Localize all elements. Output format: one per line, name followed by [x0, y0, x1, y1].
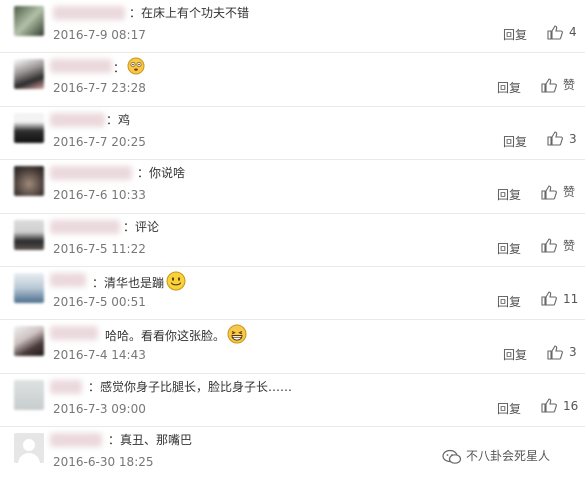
like-button[interactable]: 11: [541, 291, 578, 307]
reply-button[interactable]: 回复: [503, 134, 527, 150]
comment-text: ：清华也是蹦: [92, 271, 186, 296]
like-button[interactable]: 赞: [541, 77, 575, 93]
comment-text: 哈哈。看看你这张脸。: [105, 324, 247, 349]
reply-button[interactable]: 回复: [497, 187, 521, 203]
default-avatar-icon: [18, 439, 40, 464]
reply-button[interactable]: 回复: [497, 80, 521, 96]
like-button[interactable]: 赞: [541, 184, 575, 200]
comment-item: ： 2016-7-7 23:28 回复 赞: [0, 53, 585, 107]
avatar[interactable]: [14, 326, 44, 357]
comment-date: 2016-7-7 23:28: [53, 81, 146, 96]
thumbs-up-icon: [547, 24, 563, 40]
comment-item: ：感觉你身子比腿长，脸比身子长…… 2016-7-3 09:00 回复 16: [0, 374, 585, 428]
username-blurred[interactable]: [50, 166, 132, 181]
comment-item: ：在床上有个功夫不错 2016-7-9 08:17 回复 4: [0, 0, 585, 54]
username-blurred[interactable]: [50, 272, 86, 287]
comment-text: ：评论: [123, 219, 160, 234]
like-button[interactable]: 赞: [541, 238, 575, 254]
comment-date: 2016-7-9 08:17: [53, 28, 146, 42]
thumbs-up-icon: [547, 345, 563, 360]
avatar[interactable]: [14, 272, 44, 303]
watermark: 不八卦会死星人: [442, 447, 550, 464]
avatar[interactable]: [14, 166, 44, 197]
thumbs-up-icon: [541, 238, 557, 253]
like-button[interactable]: 16: [541, 398, 578, 414]
avatar[interactable]: [14, 433, 44, 464]
like-count: 3: [569, 131, 577, 146]
username-blurred[interactable]: [50, 433, 102, 448]
avatar[interactable]: [14, 219, 44, 250]
like-count: 赞: [563, 185, 576, 200]
reply-button[interactable]: 回复: [503, 347, 527, 363]
avatar[interactable]: [14, 112, 44, 143]
comment-text: ：: [113, 57, 145, 80]
comment-item: ：评论 2016-7-5 11:22 回复 赞: [0, 214, 585, 267]
like-button[interactable]: 4: [547, 24, 577, 40]
username-blurred[interactable]: [50, 219, 120, 234]
watermark-text: 不八卦会死星人: [466, 449, 551, 463]
comment-item: 哈哈。看看你这张脸。 2016-7-4 14:43 回复 3: [0, 320, 585, 374]
comment-text: ：感觉你身子比腿长，脸比身子长……: [88, 379, 293, 394]
reply-button[interactable]: 回复: [503, 27, 527, 43]
like-count: 11: [563, 291, 579, 306]
reply-button[interactable]: 回复: [497, 401, 521, 417]
thumbs-up-icon: [541, 185, 557, 200]
username-blurred[interactable]: [53, 6, 125, 20]
like-count: 赞: [563, 238, 576, 253]
like-count: 4: [569, 25, 577, 39]
thumbs-up-icon: [541, 291, 557, 307]
comment-item: ：鸡 2016-7-7 20:25 回复 3: [0, 107, 585, 161]
username-blurred[interactable]: [50, 59, 112, 74]
comment-date: 2016-7-4 14:43: [53, 348, 146, 363]
thumbs-up-icon: [541, 398, 557, 413]
avatar[interactable]: [14, 379, 44, 410]
username-blurred[interactable]: [50, 379, 82, 394]
comment-date: 2016-7-6 10:33: [53, 188, 146, 203]
like-count: 3: [569, 345, 577, 360]
like-button[interactable]: 3: [547, 344, 577, 360]
comment-date: 2016-7-5 00:51: [53, 294, 146, 309]
comment-date: 2016-7-3 09:00: [53, 401, 146, 416]
comment-date: 2016-6-30 18:25: [53, 455, 154, 470]
thumbs-up-icon: [541, 78, 557, 93]
avatar[interactable]: [14, 59, 44, 90]
comment-text: ：在床上有个功夫不错: [129, 6, 250, 20]
comment-item: ：你说啥 2016-7-6 10:33 回复 赞: [0, 160, 585, 214]
comment-text: ：真丑、那嘴巴: [108, 433, 193, 448]
reply-button[interactable]: 回复: [497, 294, 521, 310]
comment-date: 2016-7-7 20:25: [53, 134, 146, 149]
like-button[interactable]: 3: [547, 131, 577, 147]
comment-text: ：鸡: [106, 112, 131, 127]
username-blurred[interactable]: [50, 326, 98, 341]
smile-face-icon: [166, 271, 186, 296]
laugh-face-icon: [227, 324, 247, 349]
reply-button[interactable]: 回复: [497, 241, 521, 257]
comment-item: ：清华也是蹦 2016-7-5 00:51 回复 11: [0, 267, 585, 321]
wechat-icon: [442, 449, 462, 464]
dizzy-face-icon: [127, 57, 145, 80]
like-count: 16: [563, 398, 579, 413]
username-blurred[interactable]: [50, 112, 105, 127]
comment-list: ：在床上有个功夫不错 2016-7-9 08:17 回复 4 ： 2016-7-…: [0, 0, 585, 481]
thumbs-up-icon: [547, 131, 563, 146]
comment-date: 2016-7-5 11:22: [53, 241, 146, 256]
avatar[interactable]: [14, 6, 44, 36]
like-count: 赞: [563, 78, 576, 93]
comment-text: ：你说啥: [137, 166, 186, 181]
